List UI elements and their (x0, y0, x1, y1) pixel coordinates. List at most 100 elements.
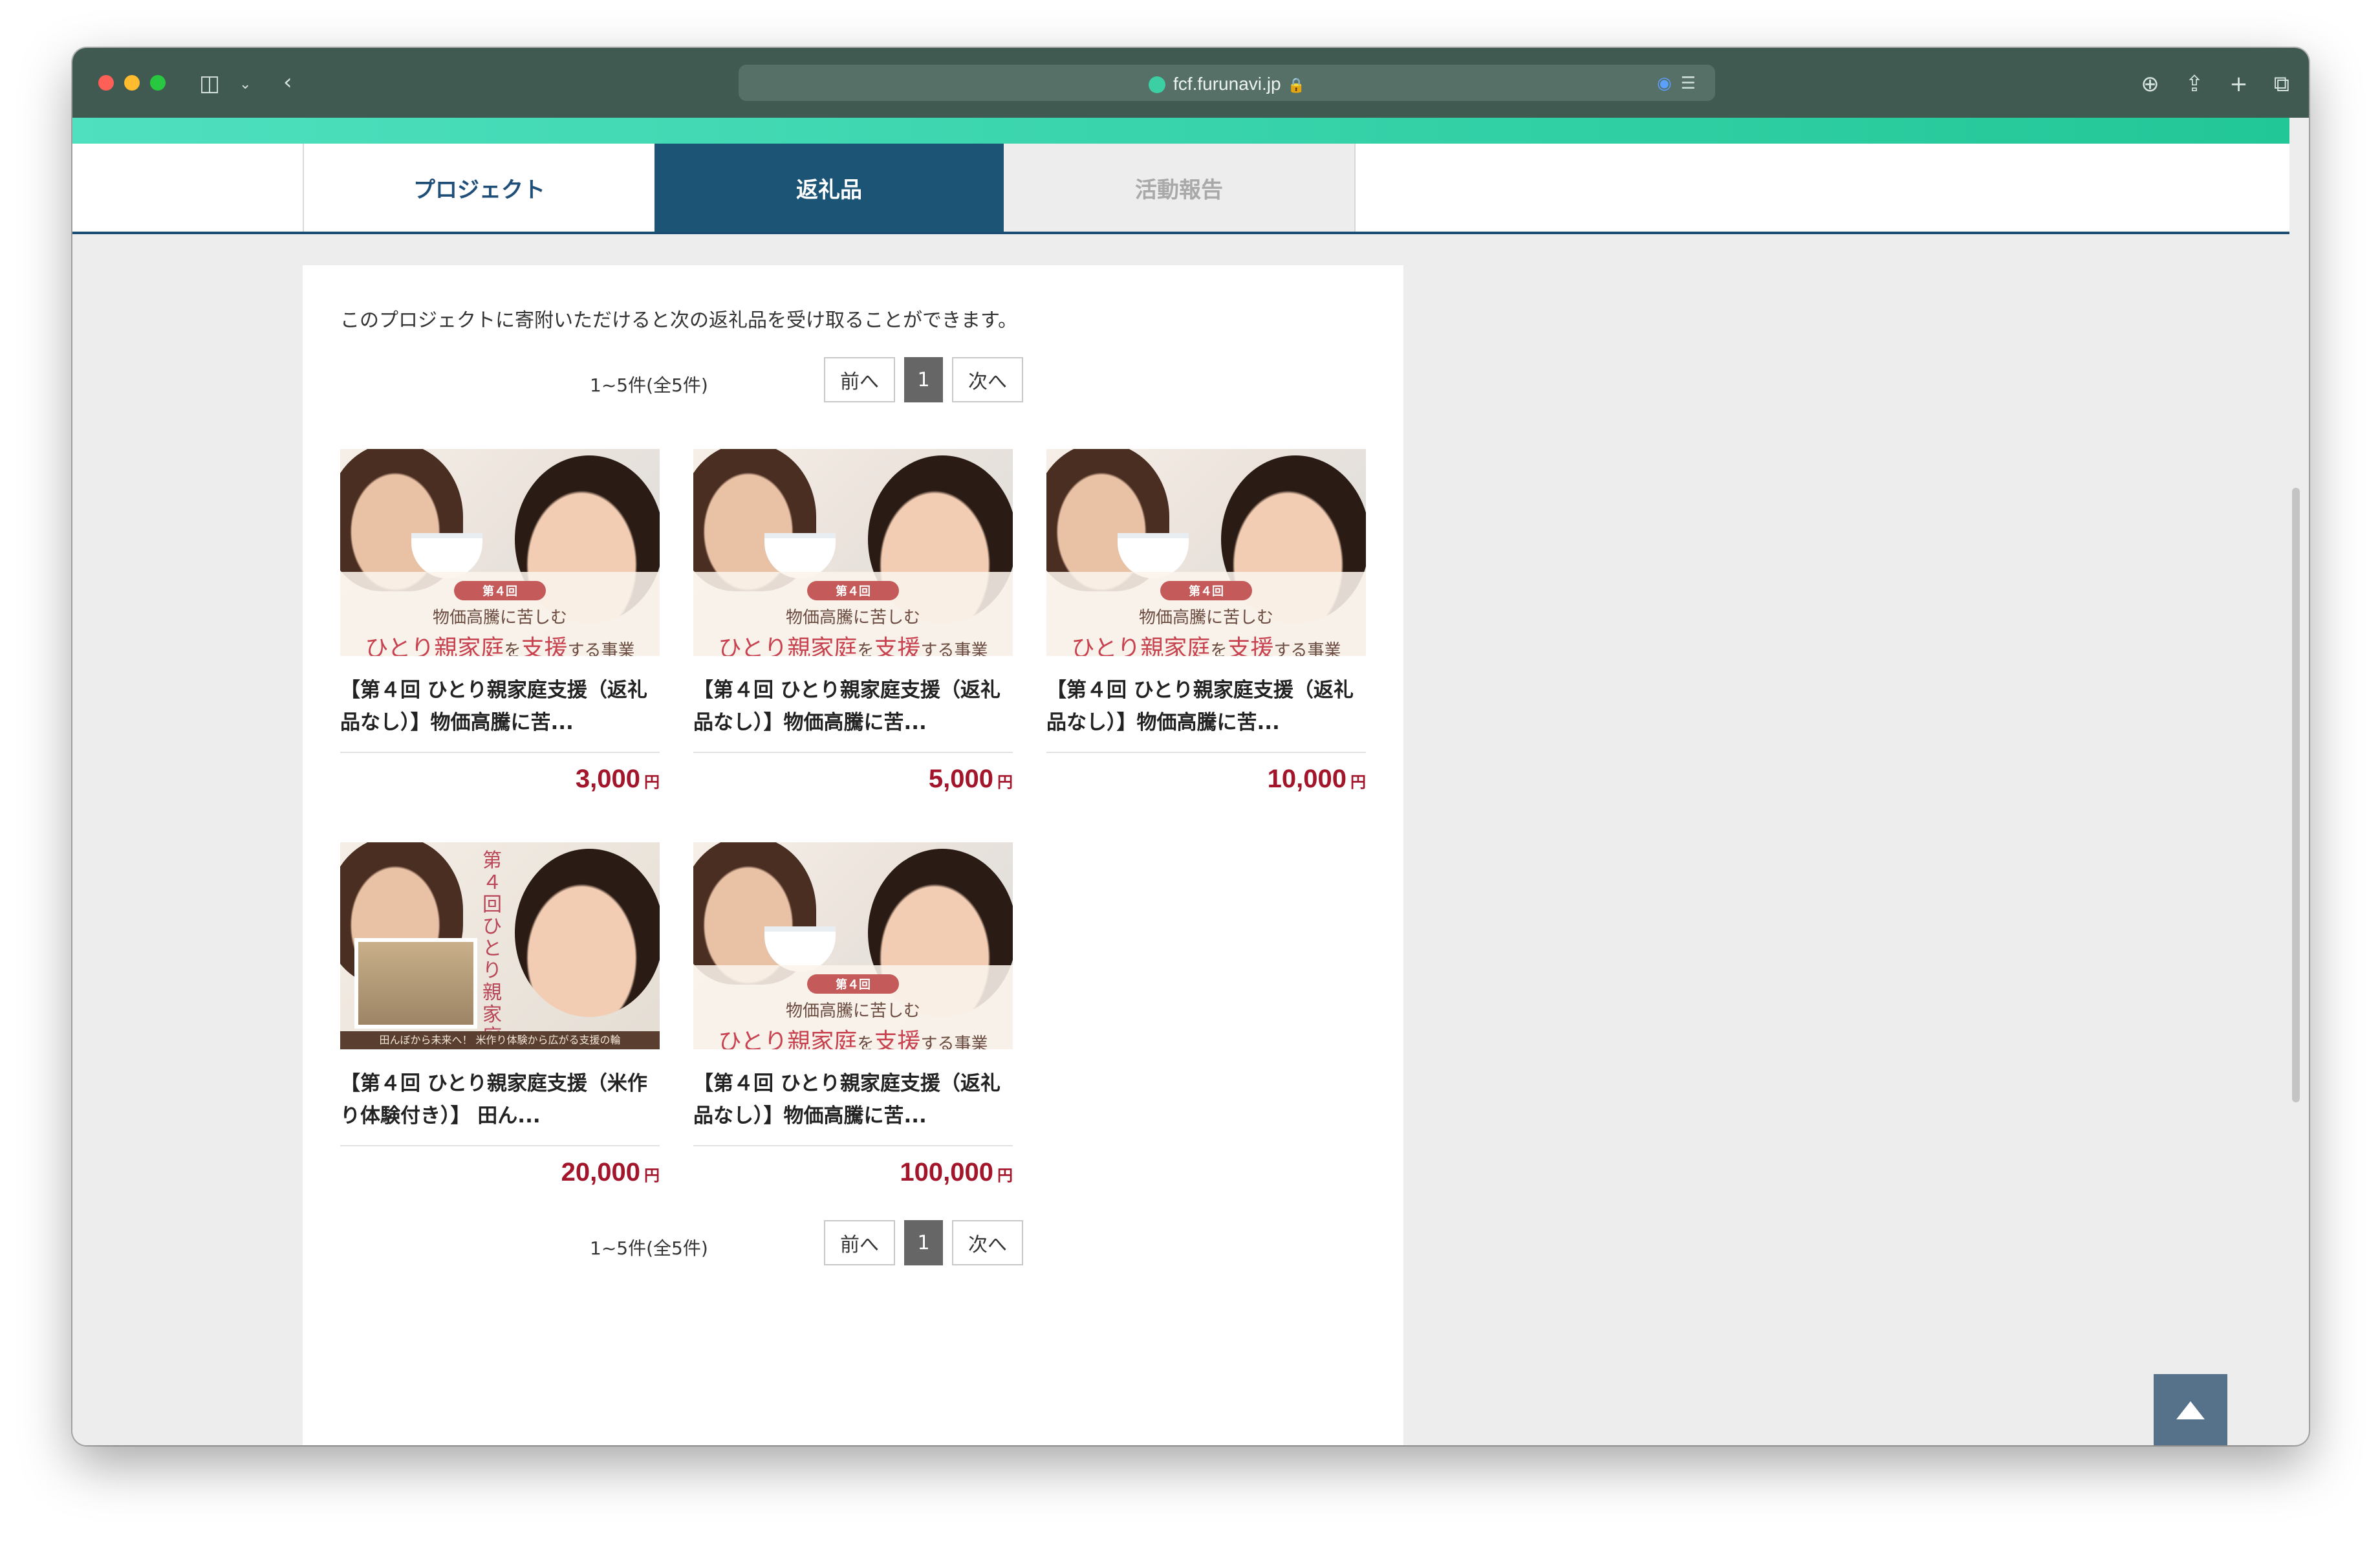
tab-overview-icon[interactable]: ⧉ (2274, 71, 2289, 97)
product-title[interactable]: 【第４回 ひとり親家庭支援（返礼品なし）】物価高騰に苦... (1046, 674, 1366, 739)
product-title[interactable]: 【第４回 ひとり親家庭支援（返礼品なし）】物価高騰に苦... (693, 1067, 1013, 1132)
result-count: 1~5件(全5件) (590, 1238, 708, 1259)
thumb-line2b: を (504, 641, 521, 656)
price-value: 20,000 (561, 1158, 640, 1186)
thumb-vertical-text: 第４回ひとり親家庭支援 (482, 849, 502, 1050)
browser-titlebar: ◫ ⌄ ‹ fcf.furunavi.jp 🔒 ◉ ☰ ⊕ ⇪ + ⧉ (72, 48, 2309, 118)
page-1-button[interactable]: 1 (904, 357, 943, 402)
product-price: 5,000 円 (693, 765, 1013, 794)
thumb-line2b: を (1210, 641, 1228, 656)
thumb-line2c: 支援 (874, 635, 921, 656)
thumb-badge: 第４回 (807, 974, 899, 994)
product-title[interactable]: 【第４回 ひとり親家庭支援（米作り体験付き）】 田ん... (340, 1067, 660, 1132)
pagination-bottom: 1~5件(全5件) 前へ 1 次へ (303, 1220, 1403, 1265)
product-thumbnail[interactable]: 第４回 物価高騰に苦しむ ひとり親家庭を支援する事業 (1046, 449, 1366, 656)
pagination-top: 1~5件(全5件) 前へ 1 次へ (303, 357, 1403, 402)
product-price: 100,000 円 (693, 1158, 1013, 1187)
rice-field-photo (354, 938, 477, 1029)
arrow-up-icon (2176, 1401, 2205, 1419)
thumb-line2d: する事業 (920, 641, 988, 656)
scroll-to-top-button[interactable] (2154, 1374, 2227, 1445)
browser-window: ◫ ⌄ ‹ fcf.furunavi.jp 🔒 ◉ ☰ ⊕ ⇪ + ⧉ プロジェクト… (72, 48, 2309, 1445)
thumb-badge: 第４回 (454, 581, 546, 600)
sidebar-toggle-icon[interactable]: ◫ (199, 72, 220, 94)
product-card[interactable]: 第４回 物価高騰に苦しむ ひとり親家庭を支援する事業 【第４回 ひとり親家庭支援… (340, 449, 660, 794)
divider (340, 752, 660, 753)
next-page-button[interactable]: 次へ (952, 357, 1023, 402)
product-thumbnail[interactable]: 第４回 物価高騰に苦しむ ひとり親家庭を支援する事業 (693, 842, 1013, 1049)
product-price: 3,000 円 (340, 765, 660, 794)
product-thumbnail[interactable]: 第４回 物価高騰に苦しむ ひとり親家庭を支援する事業 (693, 449, 1013, 656)
product-title[interactable]: 【第４回 ひとり親家庭支援（返礼品なし）】物価高騰に苦... (340, 674, 660, 739)
price-value: 5,000 (928, 765, 993, 793)
product-card[interactable]: 第４回 物価高騰に苦しむ ひとり親家庭を支援する事業 【第４回 ひとり親家庭支援… (1046, 449, 1366, 794)
product-title[interactable]: 【第４回 ひとり親家庭支援（返礼品なし）】物価高騰に苦... (693, 674, 1013, 739)
prev-page-button[interactable]: 前へ (824, 357, 895, 402)
price-unit: 円 (644, 774, 660, 791)
price-unit: 円 (644, 1167, 660, 1185)
product-card[interactable]: 第４回 物価高騰に苦しむ ひとり親家庭を支援する事業 【第４回 ひとり親家庭支援… (693, 842, 1013, 1187)
reader-mode-icon[interactable]: ☰ (1681, 74, 1696, 93)
thumb-line1: 物価高騰に苦しむ (785, 1001, 920, 1021)
site-favicon-icon (1149, 76, 1166, 93)
product-thumbnail[interactable]: 第４回 物価高騰に苦しむ ひとり親家庭を支援する事業 (340, 449, 660, 656)
divider (693, 1145, 1013, 1146)
thumb-line2c: 支援 (874, 1029, 921, 1049)
price-value: 3,000 (575, 765, 640, 793)
thumb-line2b: を (857, 641, 874, 656)
thumb-line1: 物価高騰に苦しむ (1138, 608, 1273, 628)
thumb-badge: 第４回 (1160, 581, 1252, 600)
tab-gifts[interactable]: 返礼品 (654, 144, 1004, 232)
chevron-down-icon[interactable]: ⌄ (239, 74, 251, 96)
thumb-line2d: する事業 (1273, 641, 1341, 656)
thumb-line2b: を (857, 1034, 874, 1049)
page-1-button[interactable]: 1 (904, 1220, 943, 1265)
next-page-button[interactable]: 次へ (952, 1220, 1023, 1265)
prev-page-button[interactable]: 前へ (824, 1220, 895, 1265)
thumb-line2d: する事業 (920, 1034, 988, 1049)
intro-text: このプロジェクトに寄附いただけると次の返礼品を受け取ることができます。 (340, 309, 1017, 332)
product-price: 20,000 円 (340, 1158, 660, 1187)
product-thumbnail[interactable]: 第４回ひとり親家庭支援 田んぼから未来へ！ 米作り体験から広がる支援の輪 (340, 842, 660, 1049)
product-price: 10,000 円 (1046, 765, 1366, 794)
divider (693, 752, 1013, 753)
thumb-line2a: ひとり親家庭 (365, 635, 504, 656)
thumb-line2a: ひとり親家庭 (718, 635, 858, 656)
thumb-line2a: ひとり親家庭 (718, 1029, 858, 1049)
page-content: プロジェクト 返礼品 活動報告 このプロジェクトに寄附いただけると次の返礼品を受… (72, 144, 2289, 1445)
site-header-accent-bar (72, 118, 2289, 144)
project-tabs: プロジェクト 返礼品 活動報告 (72, 144, 2289, 234)
tab-project[interactable]: プロジェクト (303, 144, 654, 232)
maximize-window-button[interactable] (150, 75, 166, 91)
download-icon[interactable]: ⊕ (2141, 71, 2159, 97)
privacy-eye-icon[interactable]: ◉ (1657, 74, 1672, 93)
thumb-band-text: 田んぼから未来へ！ 米作り体験から広がる支援の輪 (340, 1031, 660, 1049)
price-value: 10,000 (1267, 765, 1347, 793)
price-unit: 円 (997, 774, 1013, 791)
gift-list-panel: このプロジェクトに寄附いただけると次の返礼品を受け取ることができます。 1~5件… (303, 265, 1403, 1445)
product-card[interactable]: 第４回 物価高騰に苦しむ ひとり親家庭を支援する事業 【第４回 ひとり親家庭支援… (693, 449, 1013, 794)
page-scrollbar[interactable] (2292, 488, 2300, 1102)
divider (1046, 752, 1366, 753)
thumb-line2c: 支援 (1227, 635, 1274, 656)
price-unit: 円 (997, 1167, 1013, 1185)
divider (340, 1145, 660, 1146)
lock-icon: 🔒 (1287, 77, 1305, 93)
thumb-line2d: する事業 (567, 641, 635, 656)
thumb-line1: 物価高騰に苦しむ (785, 608, 920, 628)
price-value: 100,000 (900, 1158, 993, 1186)
thumb-line2a: ひとり親家庭 (1071, 635, 1211, 656)
back-icon[interactable]: ‹ (283, 71, 292, 93)
thumb-line1: 物価高騰に苦しむ (432, 608, 567, 628)
tab-activity-report[interactable]: 活動報告 (1004, 144, 1356, 232)
new-tab-icon[interactable]: + (2229, 71, 2248, 97)
product-card[interactable]: 第４回ひとり親家庭支援 田んぼから未来へ！ 米作り体験から広がる支援の輪 【第４… (340, 842, 660, 1187)
address-bar[interactable]: fcf.furunavi.jp 🔒 ◉ ☰ (739, 65, 1715, 101)
url-text: fcf.furunavi.jp (1173, 74, 1281, 94)
price-unit: 円 (1350, 774, 1366, 791)
result-count: 1~5件(全5件) (590, 375, 708, 396)
thumb-badge: 第４回 (807, 581, 899, 600)
minimize-window-button[interactable] (124, 75, 140, 91)
close-window-button[interactable] (98, 75, 114, 91)
share-icon[interactable]: ⇪ (2185, 71, 2204, 97)
